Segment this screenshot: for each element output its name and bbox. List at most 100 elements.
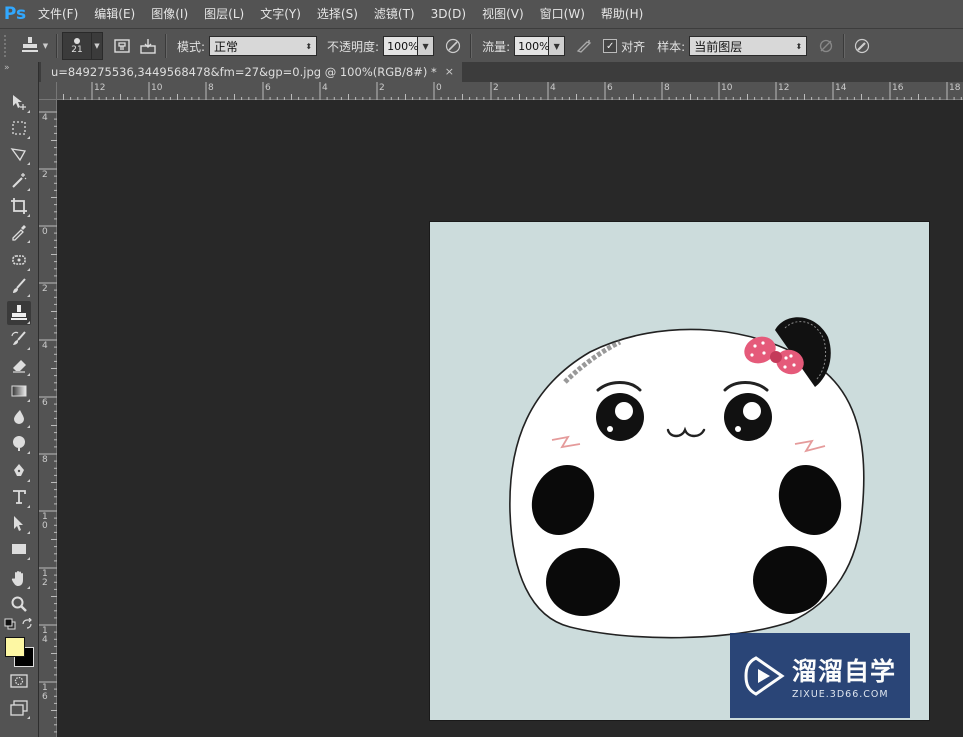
document-tab[interactable]: u=849275536,3449568478&fm=27&gp=0.jpg @ … [41, 62, 462, 82]
brush-size-picker[interactable]: 21 [62, 32, 92, 60]
tools-panel-collapse-icon[interactable]: » [0, 62, 38, 74]
lasso-tool[interactable] [7, 142, 31, 166]
menu-layer[interactable]: 图层(L) [196, 0, 252, 28]
left-eye [596, 393, 644, 441]
menu-filter[interactable]: 滤镜(T) [366, 0, 423, 28]
crop-icon [11, 198, 27, 214]
ruler-label: 8 [664, 83, 670, 93]
close-tab-icon[interactable]: × [445, 62, 454, 82]
rectangle-tool[interactable] [7, 537, 31, 561]
ignore-adjustment-layers-button[interactable] [813, 33, 839, 59]
brush-tip-icon [74, 37, 80, 44]
pressure-size-button[interactable] [849, 33, 875, 59]
opacity-input[interactable]: 100% [383, 36, 419, 56]
sample-value: 当前图层 [694, 39, 743, 54]
menu-view[interactable]: 视图(V) [474, 0, 532, 28]
document-tab-bar: u=849275536,3449568478&fm=27&gp=0.jpg @ … [39, 62, 963, 82]
lasso-icon [10, 148, 27, 162]
clone-source-panel-button[interactable] [109, 33, 135, 59]
marquee-tool[interactable] [7, 116, 31, 140]
dodge-tool[interactable] [7, 431, 31, 455]
chevron-down-icon: ▼ [42, 42, 49, 50]
clone-stamp-icon [20, 36, 40, 57]
eyedropper-tool[interactable] [7, 220, 31, 244]
ruler-label: 1 2 [42, 569, 48, 588]
ruler-label: 1 4 [42, 626, 48, 645]
swap-colors-button[interactable] [20, 617, 34, 631]
watermark-url: ZIXUE.3D66.COM [792, 688, 889, 700]
ruler-label: 6 [265, 83, 271, 93]
ruler-label: 12 [778, 83, 790, 93]
gradient-tool[interactable] [7, 379, 31, 403]
type-tool[interactable] [7, 485, 31, 509]
menu-3d[interactable]: 3D(D) [423, 0, 474, 28]
brush-panel-button[interactable] [135, 33, 161, 59]
brush-size-value: 21 [71, 44, 83, 55]
default-colors-button[interactable] [3, 618, 17, 630]
menu-type[interactable]: 文字(Y) [252, 0, 309, 28]
divider [56, 34, 58, 58]
document-title: u=849275536,3449568478&fm=27&gp=0.jpg @ … [51, 65, 437, 79]
default-colors-icon [4, 618, 16, 630]
options-bar-grip[interactable] [4, 35, 12, 57]
ruler-label: 4 [42, 341, 48, 351]
menu-file[interactable]: 文件(F) [30, 0, 86, 28]
ruler-label: 8 [42, 455, 48, 465]
ruler-origin[interactable] [39, 82, 57, 100]
horizontal-ruler[interactable]: 12 10 8 6 4 2 0 2 4 6 8 10 12 14 16 18 [57, 82, 963, 100]
menu-help[interactable]: 帮助(H) [593, 0, 651, 28]
eraser-tool[interactable] [7, 353, 31, 377]
magic-wand-icon [12, 173, 27, 188]
mode-select[interactable]: 正常 ⬍ [209, 36, 318, 56]
move-tool[interactable] [7, 90, 31, 114]
align-checkbox[interactable]: ✓ [603, 39, 618, 53]
crop-tool[interactable] [7, 194, 31, 218]
tool-preset-picker[interactable]: ▼ [16, 33, 52, 59]
brush-tool[interactable] [7, 274, 31, 298]
blur-tool[interactable] [7, 405, 31, 429]
menu-select[interactable]: 选择(S) [309, 0, 366, 28]
ruler-label: 18 [949, 83, 961, 93]
move-icon [13, 95, 26, 110]
ruler-label: 1 6 [42, 683, 48, 702]
screen-mode-button[interactable] [7, 696, 31, 720]
ruler-label: 8 [208, 83, 214, 93]
ruler-label: 4 [42, 113, 48, 123]
ruler-label: 14 [835, 83, 847, 93]
ruler-label: 1 0 [42, 512, 48, 531]
watermark-overlay: 溜溜自学 ZIXUE.3D66.COM [730, 633, 910, 718]
updown-arrows-icon: ⬍ [795, 41, 803, 51]
ruler-label: 0 [42, 227, 48, 237]
flow-dropdown[interactable]: ▼ [549, 36, 566, 56]
sample-select[interactable]: 当前图层 ⬍ [689, 36, 808, 56]
flow-input[interactable]: 100% [514, 36, 550, 56]
magic-wand-tool[interactable] [7, 168, 31, 192]
hand-tool[interactable] [7, 566, 31, 590]
ruler-label: 4 [322, 83, 328, 93]
pen-pressure-size-icon [855, 38, 870, 54]
opacity-dropdown[interactable]: ▼ [418, 36, 435, 56]
align-label: 对齐 [621, 39, 646, 54]
quick-mask-icon [10, 674, 28, 688]
ruler-label: 6 [607, 83, 613, 93]
menu-window[interactable]: 窗口(W) [532, 0, 593, 28]
clone-stamp-icon [11, 305, 27, 320]
menu-edit[interactable]: 编辑(E) [86, 0, 143, 28]
airbrush-button[interactable] [571, 33, 597, 59]
path-selection-tool[interactable] [7, 511, 31, 535]
type-t-icon [13, 490, 26, 504]
play-logo-icon [744, 655, 785, 696]
pressure-opacity-button[interactable] [440, 33, 466, 59]
menu-image[interactable]: 图像(I) [143, 0, 196, 28]
quick-mask-button[interactable] [7, 669, 31, 693]
healing-brush-tool[interactable] [7, 248, 31, 272]
brush-picker-dropdown[interactable]: ▼ [92, 32, 103, 60]
divider [165, 34, 167, 58]
vertical-ruler[interactable]: 4 2 0 2 4 6 8 1 0 1 2 1 4 1 6 [39, 100, 57, 737]
pen-tool[interactable] [7, 459, 31, 483]
history-brush-tool[interactable] [7, 327, 31, 351]
clone-stamp-tool[interactable] [7, 301, 31, 325]
foreground-color-swatch[interactable] [5, 637, 25, 657]
ignore-adjustment-icon [820, 39, 833, 53]
zoom-tool[interactable] [7, 592, 31, 616]
